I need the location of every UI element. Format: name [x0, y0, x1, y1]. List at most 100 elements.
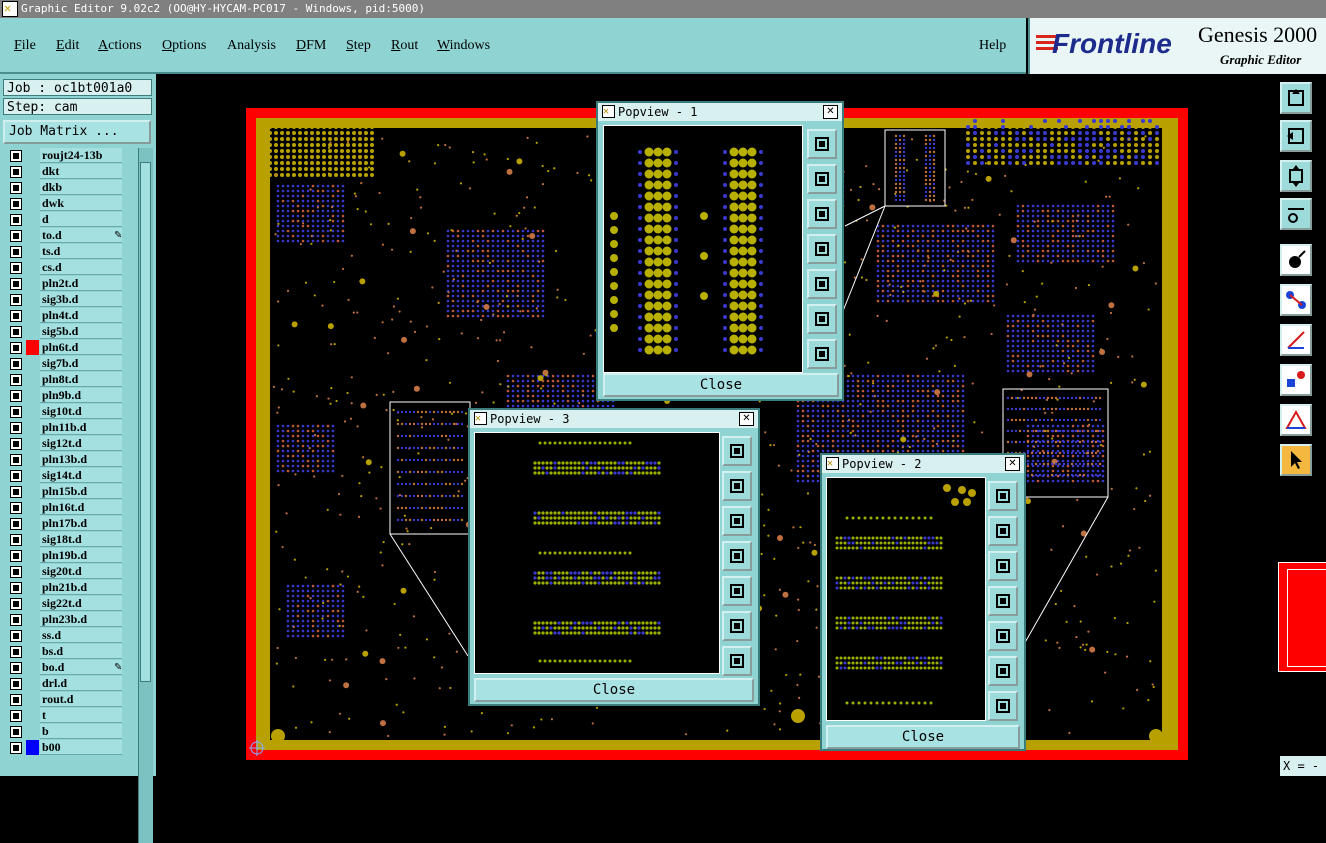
- pointer-tool-button[interactable]: [1280, 444, 1312, 476]
- layer-checkbox[interactable]: [10, 454, 22, 466]
- popview-3-zoom-home-button[interactable]: [722, 646, 752, 676]
- layer-checkbox[interactable]: [10, 438, 22, 450]
- menu-file[interactable]: File: [14, 38, 36, 54]
- layer-name[interactable]: dkt: [40, 164, 122, 179]
- layer-name[interactable]: bs.d: [40, 644, 122, 659]
- layer-checkbox[interactable]: [10, 214, 22, 226]
- layer-name[interactable]: sig12t.d: [40, 436, 122, 451]
- layer-checkbox[interactable]: [10, 502, 22, 514]
- layer-checkbox[interactable]: [10, 294, 22, 306]
- layer-row[interactable]: sig18t.d: [4, 532, 136, 548]
- layer-row[interactable]: ts.d: [4, 244, 136, 260]
- popview-2-pan-up-button[interactable]: [988, 516, 1018, 546]
- layer-name[interactable]: pln6t.d: [40, 340, 122, 355]
- layer-row[interactable]: sig5b.d: [4, 324, 136, 340]
- layer-row[interactable]: sig14t.d: [4, 468, 136, 484]
- layer-color-swatch[interactable]: [26, 436, 39, 451]
- layer-checkbox[interactable]: [10, 710, 22, 722]
- layer-name[interactable]: ss.d: [40, 628, 122, 643]
- popview-2-window[interactable]: Popview - 2 ✕ Close: [820, 453, 1026, 751]
- layer-list-scrollbar[interactable]: [138, 148, 153, 843]
- layer-color-swatch[interactable]: [26, 260, 39, 275]
- layer-checkbox[interactable]: [10, 230, 22, 242]
- layer-name[interactable]: dwk: [40, 196, 122, 211]
- layer-color-swatch[interactable]: [26, 148, 39, 163]
- layer-row[interactable]: dkt: [4, 164, 136, 180]
- popview-1-close-icon[interactable]: ✕: [823, 105, 838, 119]
- layer-checkbox[interactable]: [10, 246, 22, 258]
- layer-name[interactable]: to.d: [40, 228, 122, 243]
- layer-name[interactable]: d: [40, 212, 122, 227]
- layer-color-swatch[interactable]: [26, 532, 39, 547]
- layer-checkbox[interactable]: [10, 646, 22, 658]
- layer-name[interactable]: sig18t.d: [40, 532, 122, 547]
- layer-checkbox[interactable]: [10, 406, 22, 418]
- layer-name[interactable]: bo.d: [40, 660, 122, 675]
- layer-color-swatch[interactable]: [26, 324, 39, 339]
- popview-2-close-button[interactable]: Close: [826, 725, 1020, 749]
- layer-checkbox[interactable]: [10, 278, 22, 290]
- menu-dfm[interactable]: DFM: [296, 38, 326, 54]
- popview-3-close-button[interactable]: Close: [474, 678, 754, 702]
- layer-name[interactable]: pln2t.d: [40, 276, 122, 291]
- layer-checkbox[interactable]: [10, 262, 22, 274]
- layer-color-swatch[interactable]: [26, 356, 39, 371]
- layer-row[interactable]: rout.d: [4, 692, 136, 708]
- layer-color-swatch[interactable]: [26, 388, 39, 403]
- popview-1-window[interactable]: Popview - 1 ✕ Close: [596, 101, 844, 401]
- layer-row[interactable]: bs.d: [4, 644, 136, 660]
- layer-name[interactable]: pln23b.d: [40, 612, 122, 627]
- menu-rout[interactable]: Rout: [391, 38, 418, 54]
- popview-3-pan-right-button[interactable]: [722, 576, 752, 606]
- popview-3-pan-up-button[interactable]: [722, 471, 752, 501]
- layer-name[interactable]: pln21b.d: [40, 580, 122, 595]
- layer-name[interactable]: sig22t.d: [40, 596, 122, 611]
- layer-checkbox[interactable]: [10, 198, 22, 210]
- scrollbar-thumb[interactable]: [140, 162, 151, 682]
- layer-row[interactable]: sig22t.d: [4, 596, 136, 612]
- layer-checkbox[interactable]: [10, 534, 22, 546]
- layer-name[interactable]: pln17b.d: [40, 516, 122, 531]
- layer-row[interactable]: pln2t.d: [4, 276, 136, 292]
- layer-checkbox[interactable]: [10, 422, 22, 434]
- layer-color-swatch[interactable]: [26, 660, 39, 675]
- layer-row[interactable]: b: [4, 724, 136, 740]
- layer-color-swatch[interactable]: [26, 516, 39, 531]
- layer-row[interactable]: pln11b.d: [4, 420, 136, 436]
- layer-name[interactable]: roujt24-13b: [40, 148, 122, 163]
- popview-3-zoom-fit-button[interactable]: [722, 611, 752, 641]
- layer-row[interactable]: pln15b.d: [4, 484, 136, 500]
- measure-triangle-button[interactable]: [1280, 404, 1312, 436]
- layer-name[interactable]: sig20t.d: [40, 564, 122, 579]
- menu-options[interactable]: Options: [162, 38, 206, 54]
- popview-2-view[interactable]: [826, 477, 986, 721]
- layer-name[interactable]: pln19b.d: [40, 548, 122, 563]
- layer-name[interactable]: pln9b.d: [40, 388, 122, 403]
- layer-name[interactable]: sig5b.d: [40, 324, 122, 339]
- layer-name[interactable]: pln8t.d: [40, 372, 122, 387]
- layer-checkbox[interactable]: [10, 150, 22, 162]
- popview-3-zoom-window-button[interactable]: [722, 436, 752, 466]
- popview-2-zoom-window-button[interactable]: [988, 481, 1018, 511]
- layer-checkbox[interactable]: [10, 630, 22, 642]
- layer-name[interactable]: ts.d: [40, 244, 122, 259]
- layer-checkbox[interactable]: [10, 742, 22, 754]
- popview-3-close-icon[interactable]: ✕: [739, 412, 754, 426]
- layer-row[interactable]: t: [4, 708, 136, 724]
- layer-row[interactable]: sig20t.d: [4, 564, 136, 580]
- snap-point-button[interactable]: [1280, 364, 1312, 396]
- layer-name[interactable]: pln11b.d: [40, 420, 122, 435]
- layer-row[interactable]: cs.d: [4, 260, 136, 276]
- layer-color-swatch[interactable]: [26, 228, 39, 243]
- layer-color-swatch[interactable]: [26, 244, 39, 259]
- layer-checkbox[interactable]: [10, 550, 22, 562]
- layer-color-swatch[interactable]: [26, 484, 39, 499]
- layer-row[interactable]: pln23b.d: [4, 612, 136, 628]
- layer-row[interactable]: bo.d✎: [4, 660, 136, 676]
- layer-row[interactable]: pln21b.d: [4, 580, 136, 596]
- layer-color-swatch[interactable]: [26, 548, 39, 563]
- layer-color-swatch[interactable]: [26, 404, 39, 419]
- layer-color-swatch[interactable]: [26, 180, 39, 195]
- layer-color-swatch[interactable]: [26, 564, 39, 579]
- layer-row[interactable]: drl.d: [4, 676, 136, 692]
